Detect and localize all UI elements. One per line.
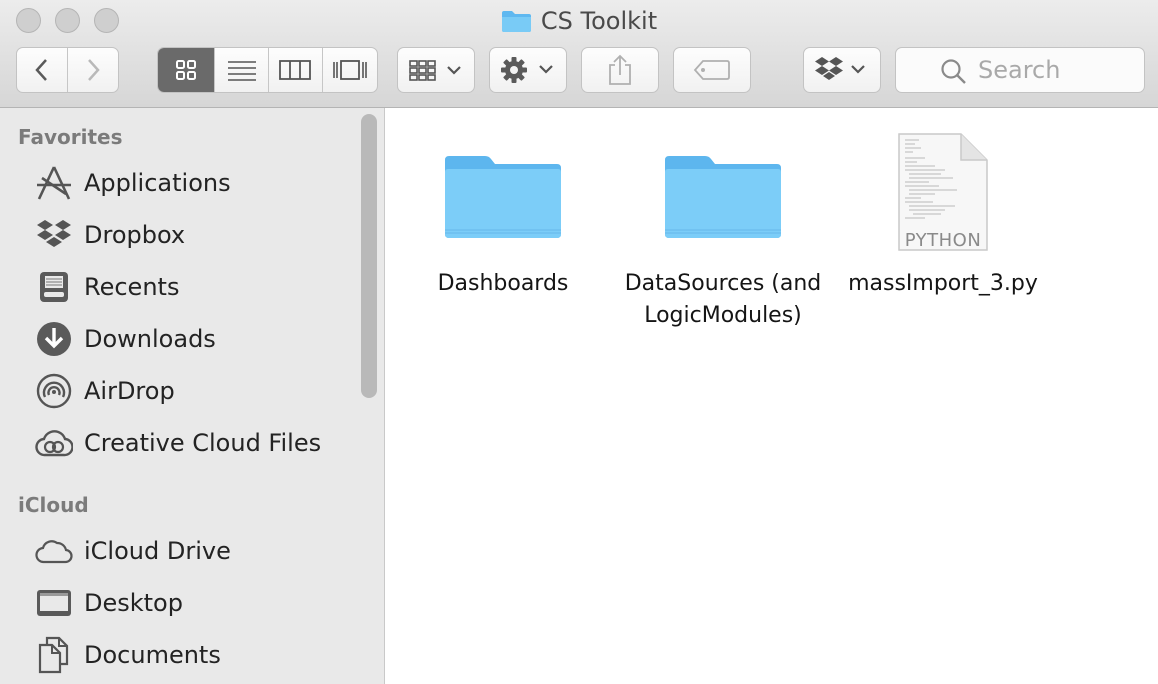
column-view-button[interactable] [269,48,323,92]
search-field[interactable]: Search [895,47,1145,93]
file-browser: Dashboards DataSources (and LogicModules… [386,108,1158,684]
sidebar-item-label: iCloud Drive [84,537,231,565]
folder-icon [501,11,531,32]
favorites-header: Favorites [18,125,123,149]
dropbox-toolbar-button[interactable] [803,47,881,93]
sidebar-item-applications[interactable]: Applications [0,161,360,205]
window-title-text: CS Toolkit [540,7,658,35]
python-file-icon: PYTHON [838,126,1048,258]
sidebar-item-label: Desktop [84,589,183,617]
sidebar-item-creative-cloud-files[interactable]: Creative Cloud Files [0,421,360,465]
dropbox-icon [815,57,865,80]
share-icon [609,54,631,85]
file-name: DataSources (and LogicModules) [618,268,828,332]
gear-icon [501,57,553,83]
sidebar-item-documents[interactable]: Documents [0,633,360,677]
file-name: massImport_3.py [848,271,1038,296]
share-button[interactable] [581,47,659,93]
cover-flow-button[interactable] [323,48,377,92]
action-menu-button[interactable] [489,47,567,93]
sidebar-scrollbar[interactable] [361,114,377,398]
title-bar: CS Toolkit Search [0,0,1158,108]
creative-cloud-icon [34,423,74,463]
sidebar-item-label: Documents [84,641,221,669]
search-icon [941,59,966,84]
sidebar-item-downloads[interactable]: Downloads [0,317,360,361]
python-badge: PYTHON [904,230,982,251]
sidebar-item-label: AirDrop [84,377,175,405]
arrange-grid-icon [409,60,461,81]
folder-icon [618,126,828,258]
cover-flow-icon [332,60,367,80]
arrange-button[interactable] [397,47,475,93]
view-mode-selector [157,47,378,93]
chevron-left-icon [35,59,47,81]
recents-icon [34,267,74,307]
dropbox-icon [34,215,74,255]
sidebar-item-label: Creative Cloud Files [84,429,322,457]
icon-view-button[interactable] [158,48,216,92]
sidebar-item-label: Applications [84,169,231,197]
airdrop-icon [34,371,74,411]
file-name-line-1: DataSources (and [624,271,822,296]
documents-icon [34,635,74,675]
cloud-icon [34,531,74,571]
list-view-icon [227,61,256,81]
downloads-icon [34,319,74,359]
sidebar-item-dropbox[interactable]: Dropbox [0,213,360,257]
file-item-datasources[interactable]: DataSources (and LogicModules) [618,126,828,332]
sidebar-item-airdrop[interactable]: AirDrop [0,369,360,413]
search-placeholder: Search [978,56,1061,84]
sidebar-item-label: Recents [84,273,180,301]
forward-button[interactable] [68,48,119,92]
file-name: Dashboards [437,271,569,296]
tag-icon [693,60,730,80]
sidebar-item-label: Downloads [84,325,216,353]
folder-icon [398,126,608,258]
tag-button[interactable] [673,47,751,93]
window-title: CS Toolkit [0,6,1158,36]
file-item-dashboards[interactable]: Dashboards [398,126,608,300]
back-button[interactable] [17,48,68,92]
sidebar-item-label: Dropbox [84,221,186,249]
icon-view-icon [176,60,197,80]
sidebar-item-recents[interactable]: Recents [0,265,360,309]
file-item-massimport[interactable]: PYTHON massImport_3.py [838,126,1048,300]
chevron-right-icon [87,59,100,81]
navigation-buttons [16,47,119,93]
column-view-icon [279,60,312,80]
file-name-line-2: LogicModules) [644,303,802,328]
applications-icon [34,163,74,203]
list-view-button[interactable] [215,48,269,92]
sidebar-item-icloud-drive[interactable]: iCloud Drive [0,529,360,573]
sidebar: Favorites Applications Dropbox Recents D… [0,108,385,684]
sidebar-item-desktop[interactable]: Desktop [0,581,360,625]
icloud-header: iCloud [18,493,89,517]
desktop-icon [34,583,74,623]
